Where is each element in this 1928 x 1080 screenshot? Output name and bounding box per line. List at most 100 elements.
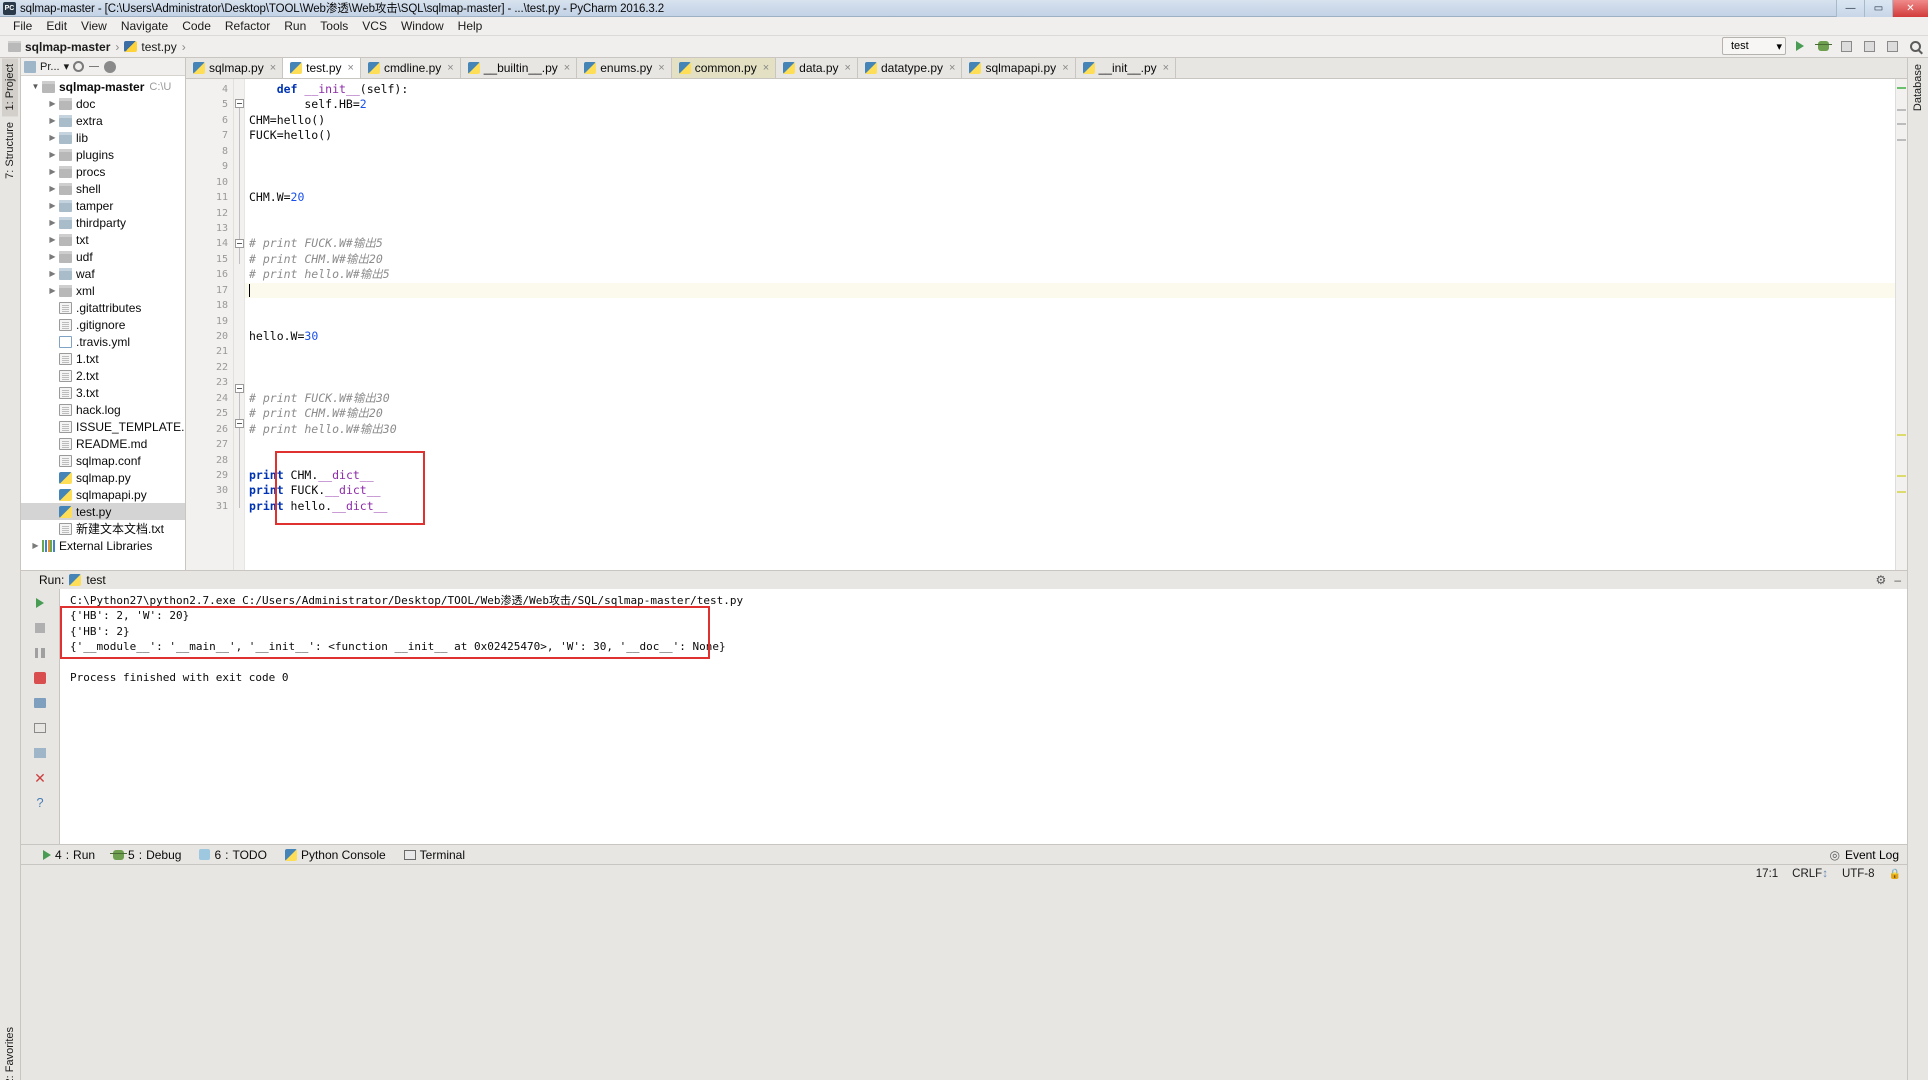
run-console-output[interactable]: C:\Python27\python2.7.exe C:/Users/Admin… [60,589,1907,844]
code-line[interactable] [245,453,1895,468]
editor-tab-datatype-py[interactable]: datatype.py × [857,58,963,78]
tree-node[interactable]: ▶ thirdparty [21,214,185,231]
close-icon[interactable]: × [658,62,664,74]
breadcrumb-item-project[interactable]: sqlmap-master [8,40,110,54]
chevron-right-icon[interactable]: ▶ [46,201,59,210]
tree-node[interactable]: ▶ tamper [21,197,185,214]
print-icon[interactable] [32,695,48,711]
chevron-right-icon[interactable]: ▶ [46,269,59,278]
editor-marker-gutter[interactable] [1895,79,1907,570]
search-everywhere-button[interactable] [1906,37,1924,55]
tree-node[interactable]: ▶ extra [21,112,185,129]
code-line[interactable] [245,375,1895,390]
menu-item-file[interactable]: File [6,18,39,34]
menu-item-tools[interactable]: Tools [313,18,355,34]
tree-node[interactable]: 新建文本文档.txt [21,520,185,537]
code-line[interactable]: # print FUCK.W#输出5 [245,236,1895,251]
editor-tab-enums-py[interactable]: enums.py × [577,58,672,78]
chevron-down-icon[interactable]: ▾ [64,60,70,73]
encoding-label[interactable]: UTF-8 [1842,868,1875,880]
menu-item-refactor[interactable]: Refactor [218,18,277,34]
close-icon[interactable]: × [1062,62,1068,74]
tree-node[interactable]: test.py [21,503,185,520]
help-icon[interactable]: ? [32,795,48,811]
hide-icon[interactable]: – [1894,573,1901,587]
code-line[interactable]: # print CHM.W#输出20 [245,252,1895,267]
close-icon[interactable]: × [949,62,955,74]
tree-node[interactable]: .gitattributes [21,299,185,316]
code-line[interactable] [245,437,1895,452]
tree-node[interactable]: sqlmapapi.py [21,486,185,503]
close-icon[interactable]: × [270,62,276,74]
tree-node[interactable]: 2.txt [21,367,185,384]
maximize-button[interactable]: ▭ [1864,0,1892,17]
tree-node[interactable]: hack.log [21,401,185,418]
tree-node[interactable]: sqlmap.conf [21,452,185,469]
code-line[interactable]: # print FUCK.W#输出30 [245,391,1895,406]
run-button[interactable] [1791,37,1809,55]
tree-node[interactable]: ▶ doc [21,95,185,112]
resume-icon[interactable] [32,670,48,686]
menu-item-view[interactable]: View [74,18,114,34]
code-line[interactable]: # print CHM.W#输出20 [245,406,1895,421]
menu-item-edit[interactable]: Edit [39,18,74,34]
breadcrumb-item-file[interactable]: test.py [124,40,177,54]
code-folding-column[interactable] [234,79,245,570]
code-line[interactable]: def __init__(self): [245,82,1895,97]
editor-tab-cmdline-py[interactable]: cmdline.py × [360,58,461,78]
tree-node[interactable]: ▶ xml [21,282,185,299]
tab-terminal[interactable]: Terminal [403,848,465,862]
event-log-label[interactable]: Event Log [1845,848,1899,862]
tree-node[interactable]: 1.txt [21,350,185,367]
tree-node[interactable]: sqlmap.py [21,469,185,486]
menu-item-vcs[interactable]: VCS [355,18,394,34]
editor-tab---init---py[interactable]: __init__.py × [1075,58,1177,78]
tree-node[interactable]: ▶ txt [21,231,185,248]
caret-position[interactable]: 17:1 [1756,868,1778,880]
code-line[interactable] [245,221,1895,236]
wrap-icon[interactable] [32,720,48,736]
menu-item-navigate[interactable]: Navigate [114,18,175,34]
code-line[interactable]: CHM=hello() [245,113,1895,128]
tree-node[interactable]: ▶ waf [21,265,185,282]
gear-icon[interactable] [104,60,117,73]
chevron-right-icon[interactable]: ▶ [46,252,59,261]
close-icon[interactable]: × [763,62,769,74]
code-line[interactable]: # print hello.W#输出5 [245,267,1895,282]
debug-button[interactable] [1814,37,1832,55]
menu-item-window[interactable]: Window [394,18,451,34]
lock-icon[interactable]: 🔒 [1889,869,1901,880]
chevron-right-icon[interactable]: ▶ [46,99,59,108]
chevron-right-icon[interactable]: ▶ [46,184,59,193]
clear-icon[interactable]: ✕ [32,770,48,786]
chevron-right-icon[interactable]: ▶ [46,116,59,125]
code-line[interactable]: print FUCK.__dict__ [245,483,1895,498]
coverage-button[interactable] [1837,37,1855,55]
stop-button[interactable] [1860,37,1878,55]
editor-tab-sqlmap-py[interactable]: sqlmap.py × [186,58,284,78]
code-text-area[interactable]: def __init__(self): self.HB=2 CHM=hello()… [245,79,1895,570]
tab-debug[interactable]: 5: Debug [110,848,181,862]
close-icon[interactable]: × [447,62,453,74]
chevron-right-icon[interactable]: ▶ [46,286,59,295]
sidebar-item-database[interactable]: Database [1910,58,1926,117]
chevron-right-icon[interactable]: ▶ [29,541,42,550]
tree-node[interactable]: .gitignore [21,316,185,333]
code-line[interactable]: # print hello.W#输出30 [245,422,1895,437]
fold-marker[interactable] [235,99,244,108]
close-icon[interactable]: × [348,62,354,74]
editor-tab-sqlmapapi-py[interactable]: sqlmapapi.py × [962,58,1076,78]
tree-node[interactable]: ▶ lib [21,129,185,146]
sidebar-item-favorites[interactable]: 2: Favorites [2,1021,18,1080]
gear-icon[interactable]: ⚙ [1876,573,1887,587]
code-line[interactable] [245,314,1895,329]
chevron-down-icon[interactable]: ▼ [29,82,42,91]
minimize-button[interactable]: — [1836,0,1864,17]
menu-item-run[interactable]: Run [277,18,313,34]
tree-node[interactable]: .travis.yml [21,333,185,350]
sidebar-item-project[interactable]: 1: Project [2,58,18,117]
menu-item-help[interactable]: Help [451,18,490,34]
code-line[interactable]: print hello.__dict__ [245,499,1895,514]
scroll-icon[interactable] [32,745,48,761]
tree-node[interactable]: README.md [21,435,185,452]
